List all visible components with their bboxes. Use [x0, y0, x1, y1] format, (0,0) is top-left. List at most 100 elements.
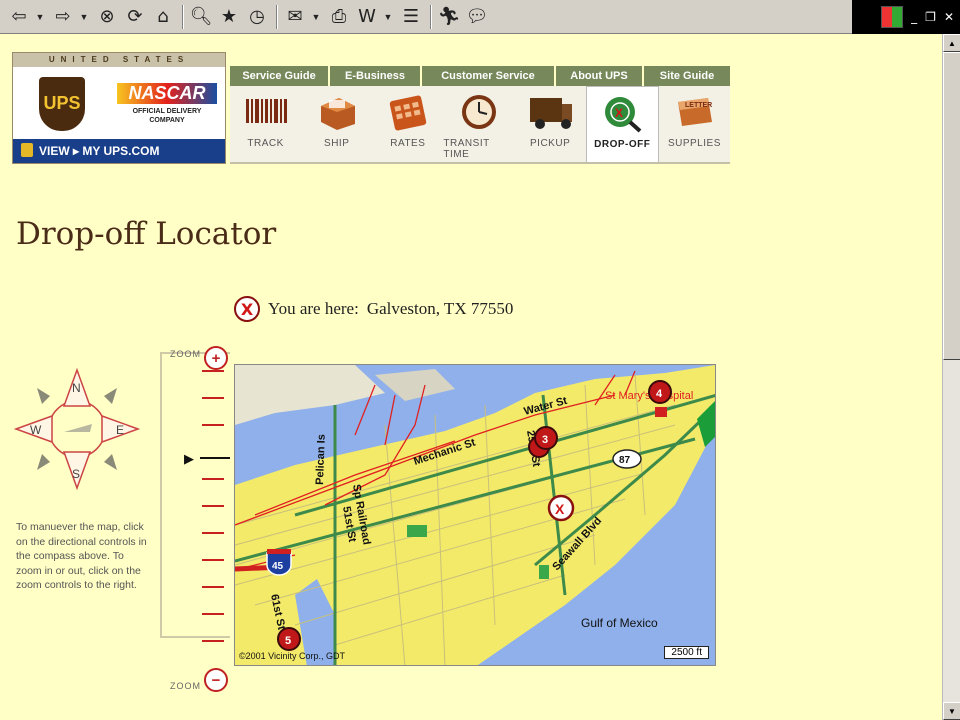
zoom-out-button[interactable]: − [204, 668, 228, 692]
favorites-icon[interactable]: ★ [216, 4, 242, 30]
site-header: UNITED STATES UPS NASCAR OFFICIAL DELIVE… [12, 52, 730, 164]
back-icon[interactable]: ⇦ [6, 4, 32, 30]
tool-supplies[interactable]: LETTER SUPPLIES [659, 86, 730, 162]
zoom-level-tick[interactable] [202, 478, 224, 480]
pelican-island [375, 369, 455, 401]
tab-service-guide[interactable]: Service Guide [230, 66, 330, 86]
tool-label: RATES [390, 138, 426, 149]
search-icon[interactable]: 🔍︎ [188, 4, 214, 30]
calculator-icon [386, 92, 430, 132]
zoom-levels [196, 370, 230, 650]
scroll-thumb[interactable] [943, 52, 960, 360]
nascar-logo-block: NASCAR OFFICIAL DELIVERY COMPANY [117, 83, 217, 125]
tab-about-ups[interactable]: About UPS [556, 66, 644, 86]
zoom-level-tick[interactable] [202, 559, 224, 561]
zoom-in-label: ZOOM [170, 349, 201, 359]
compass-control: N S W E [12, 366, 142, 494]
vertical-scrollbar[interactable]: ▲ ▼ [942, 34, 960, 720]
zoom-level-tick[interactable] [202, 613, 224, 615]
tool-drop-off[interactable]: X DROP-OFF [585, 86, 659, 162]
zoom-in-button[interactable]: + [204, 346, 228, 370]
edit-icon[interactable]: W [354, 4, 380, 30]
tool-transit-time[interactable]: TRANSIT TIME [443, 86, 514, 162]
compass-n-label: N [72, 381, 81, 395]
zoom-level-tick[interactable] [202, 586, 224, 588]
compass-pan-nw[interactable] [37, 388, 50, 404]
zoom-current-pointer-icon: ▶ [184, 451, 194, 466]
toolbar-separator [430, 4, 432, 29]
compass-pan-ne[interactable] [104, 388, 117, 404]
window-controls: _ ❐ ✕ [852, 0, 960, 34]
tab-customer-service[interactable]: Customer Service [422, 66, 556, 86]
truck-icon [528, 92, 573, 132]
toolbar-separator [182, 4, 184, 29]
tool-rates[interactable]: RATES [372, 86, 443, 162]
package-icon [315, 92, 359, 132]
map-scale: 2500 ft [664, 646, 709, 659]
tool-row: TRACK SHIP RATES TRANSIT TIME PICKUP X D… [230, 86, 730, 164]
svg-text:X: X [615, 106, 623, 120]
view-my-ups-link[interactable]: VIEW ▸ MY UPS.COM [13, 139, 225, 163]
print-icon[interactable]: ⎙ [326, 4, 352, 30]
compass-pan-se[interactable] [104, 454, 117, 470]
dropoff-marker-4[interactable]: 4 [648, 380, 672, 404]
svg-text:X: X [555, 501, 565, 517]
ups-logo[interactable]: UPS [39, 77, 85, 131]
nav-tabs: Service Guide E-Business Customer Servic… [230, 66, 730, 86]
map-view[interactable]: Water St Mechanic St Pelican Is Sp Railr… [234, 364, 716, 666]
forward-dropdown-icon[interactable]: ▼ [78, 12, 90, 22]
tab-e-business[interactable]: E-Business [330, 66, 422, 86]
chat-icon[interactable]: 💬︎ [464, 4, 490, 30]
close-icon[interactable]: ✕ [944, 10, 954, 24]
brand-block: UNITED STATES UPS NASCAR OFFICIAL DELIVE… [12, 52, 226, 164]
compass-s-label: S [72, 467, 80, 481]
globe-magnifier-icon: X [600, 93, 644, 133]
history-icon[interactable]: ◷ [244, 4, 270, 30]
i45-shield: 45 [266, 549, 292, 576]
stop-icon[interactable]: ⊗ [94, 4, 120, 30]
tool-label: SHIP [324, 138, 350, 149]
messenger-icon[interactable]: 🏃︎ [436, 4, 462, 30]
minimize-icon[interactable]: _ [911, 10, 917, 24]
discuss-icon[interactable]: ☰ [398, 4, 424, 30]
tool-pickup[interactable]: PICKUP [515, 86, 586, 162]
svg-text:45: 45 [272, 561, 284, 572]
you-are-here-icon: X [234, 296, 260, 322]
zoom-level-tick[interactable] [202, 397, 224, 399]
pelican-is-label: Pelican Is [314, 434, 328, 485]
gulf-label: Gulf of Mexico [581, 616, 658, 630]
refresh-icon[interactable]: ⟳ [122, 4, 148, 30]
view-my-ups-label: VIEW ▸ MY UPS.COM [39, 144, 160, 158]
zoom-level-tick[interactable] [202, 370, 224, 372]
scroll-up-icon[interactable]: ▲ [943, 34, 960, 52]
tool-track[interactable]: TRACK [230, 86, 301, 162]
map-instructions: To manuever the map, click on the direct… [16, 521, 147, 591]
tab-site-guide[interactable]: Site Guide [644, 66, 730, 86]
edit-dropdown-icon[interactable]: ▼ [382, 12, 394, 22]
here-value: Galveston, TX 77550 [366, 299, 514, 318]
zoom-level-tick[interactable] [202, 424, 224, 426]
mail-dropdown-icon[interactable]: ▼ [310, 12, 322, 22]
svg-text:4: 4 [656, 388, 663, 400]
compass-pan-sw[interactable] [37, 454, 50, 470]
tool-ship[interactable]: SHIP [301, 86, 372, 162]
forward-icon[interactable]: ⇨ [50, 4, 76, 30]
current-location: X You are here: Galveston, TX 77550 [234, 296, 513, 322]
home-icon[interactable]: ⌂ [150, 4, 176, 30]
you-are-here-marker[interactable]: X [547, 494, 575, 522]
zoom-level-tick[interactable] [202, 532, 224, 534]
dropoff-marker-5[interactable]: 5 [277, 627, 301, 651]
restore-icon[interactable]: ❐ [925, 10, 936, 24]
scroll-down-icon[interactable]: ▼ [943, 702, 960, 720]
zoom-level-tick[interactable] [202, 640, 224, 642]
park-block [539, 565, 549, 579]
route-87-shield: 87 [612, 449, 642, 469]
nascar-logo: NASCAR [117, 83, 217, 104]
tool-label: TRACK [247, 138, 284, 149]
back-dropdown-icon[interactable]: ▼ [34, 12, 46, 22]
svg-text:87: 87 [619, 455, 631, 466]
zoom-level-tick[interactable] [202, 505, 224, 507]
svg-text:5: 5 [285, 635, 291, 647]
mail-icon[interactable]: ✉ [282, 4, 308, 30]
here-label: You are here: [268, 299, 359, 318]
